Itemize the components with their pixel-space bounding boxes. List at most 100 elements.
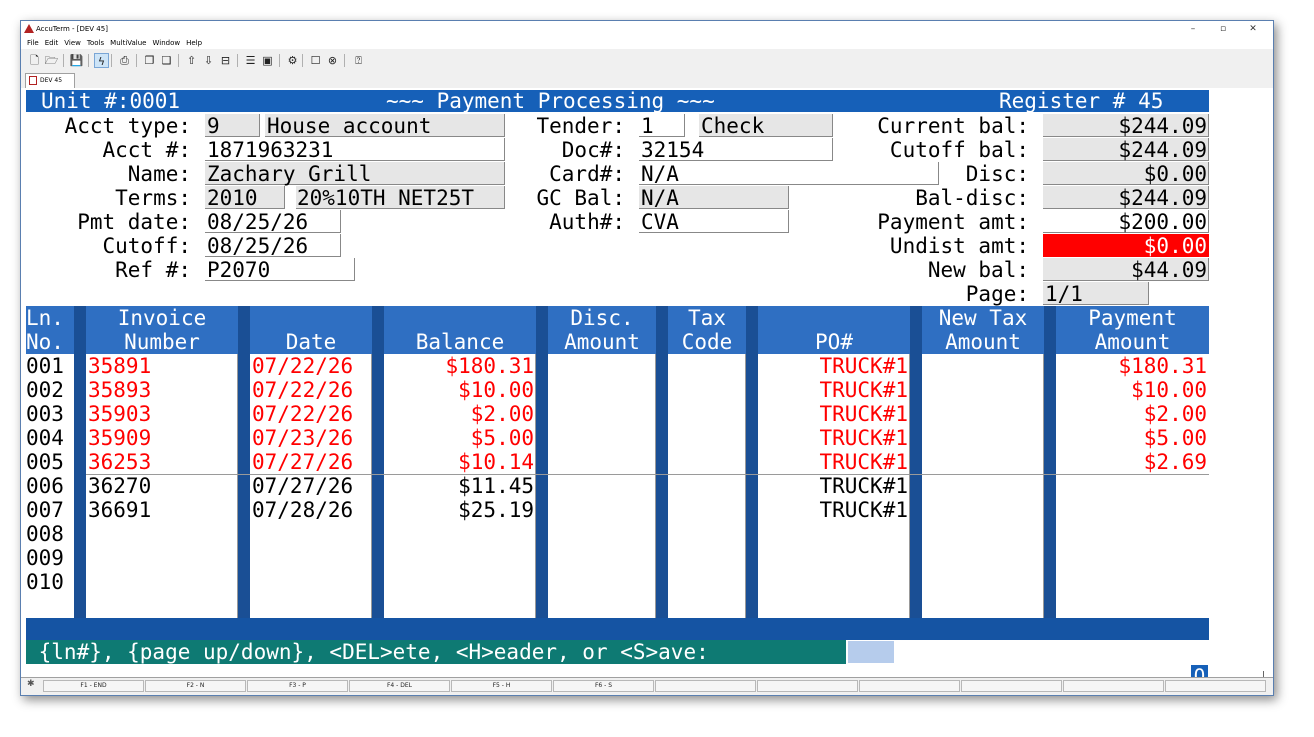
bal-disc-label: Bal-disc:	[915, 186, 1029, 210]
lightning-icon[interactable]: ϟ	[94, 53, 109, 68]
row-002-ln[interactable]: 002	[26, 378, 74, 402]
new-bal-label: New bal:	[927, 258, 1029, 282]
col-separator	[910, 306, 922, 618]
acct-number-value: 1871963231	[207, 138, 334, 162]
tab-dev-45[interactable]: DEV 45	[25, 73, 75, 88]
function-key-10[interactable]	[961, 680, 1062, 692]
function-key-6[interactable]: F6 - S	[553, 680, 654, 692]
new-icon[interactable]: 🗋	[27, 53, 42, 68]
window-title: AccuTerm - [DEV 45]	[36, 25, 108, 33]
row-003-invoice: 35903	[88, 402, 152, 426]
row-001-ln[interactable]: 001	[26, 354, 74, 378]
open-icon[interactable]: 🗁	[44, 53, 59, 68]
row-005-invoice: 36253	[88, 450, 152, 474]
terminal-screen[interactable]: Unit #:0001 ~~~ Payment Processing ~~~ R…	[21, 88, 1273, 677]
tab-label: DEV 45	[40, 77, 63, 84]
row-001-balance: $180.31	[445, 354, 534, 378]
function-key-8[interactable]	[757, 680, 858, 692]
menu-help[interactable]: Help	[186, 37, 202, 49]
row-005-balance: $10.14	[458, 450, 534, 474]
download-icon[interactable]: ⇩	[201, 53, 216, 68]
function-key-5[interactable]: F5 - H	[451, 680, 552, 692]
col-ln-label-2: No.	[26, 330, 64, 354]
row-007-payment	[1056, 498, 1207, 522]
tender-label: Tender:	[536, 114, 625, 138]
upload-icon[interactable]: ⇧	[184, 53, 199, 68]
function-key-4[interactable]: F4 - DEL	[349, 680, 450, 692]
row-001-invoice: 35891	[88, 354, 152, 378]
copy-icon[interactable]: ❐	[142, 53, 157, 68]
row-006-ln[interactable]: 006	[26, 474, 74, 498]
row-005-ln[interactable]: 005	[26, 450, 74, 474]
terms-desc: 20%10TH NET25T	[297, 186, 475, 210]
prompt-input-cursor[interactable]	[848, 641, 894, 663]
drive-icon[interactable]: ⊟	[218, 53, 233, 68]
row-004-payment: $5.00	[1143, 426, 1207, 450]
row-007-po: TRUCK#1	[819, 498, 908, 522]
row-006-balance: $11.45	[458, 474, 534, 498]
close-circle-icon[interactable]: ⊗	[325, 53, 340, 68]
row-002-invoice: 35893	[88, 378, 152, 402]
settings-icon[interactable]: ⚙	[285, 53, 300, 68]
col-po-label: PO#	[815, 330, 853, 354]
disc-label: Disc:	[965, 162, 1029, 186]
card-label: Card#:	[549, 162, 625, 186]
image-icon[interactable]: ▣	[260, 53, 275, 68]
maximize-button[interactable]: ▫	[1210, 21, 1236, 37]
function-key-3[interactable]: F3 - P	[247, 680, 348, 692]
row-007-ln[interactable]: 007	[26, 498, 74, 522]
row-006-date: 07/27/26	[252, 474, 354, 498]
row-003-ln[interactable]: 003	[26, 402, 74, 426]
bal-disc-value: $244.09	[1118, 186, 1207, 210]
row-010-date	[252, 570, 370, 594]
function-key-12[interactable]	[1165, 680, 1266, 692]
function-key-2[interactable]: F2 - N	[145, 680, 246, 692]
function-key-7[interactable]	[655, 680, 756, 692]
row-008-ln[interactable]: 008	[26, 522, 74, 546]
row-004-ln[interactable]: 004	[26, 426, 74, 450]
col-separator	[536, 306, 548, 618]
row-001-date: 07/22/26	[252, 354, 354, 378]
save-icon[interactable]: 💾	[69, 53, 84, 68]
menu-tools[interactable]: Tools	[87, 37, 104, 49]
acct-number-label: Acct #:	[102, 138, 191, 162]
row-004-po: TRUCK#1	[819, 426, 908, 450]
file-icon[interactable]: ☰	[243, 53, 258, 68]
square-icon[interactable]: ☐	[308, 53, 323, 68]
function-key-11[interactable]	[1063, 680, 1164, 692]
col-payment-label-1: Payment	[1088, 306, 1177, 330]
row-002-po: TRUCK#1	[819, 378, 908, 402]
toolbar-separator	[344, 54, 345, 67]
name-label: Name:	[127, 162, 191, 186]
menu-view[interactable]: View	[64, 37, 81, 49]
col-separator	[1044, 306, 1056, 618]
row-008-invoice	[88, 522, 236, 546]
function-key-9[interactable]	[859, 680, 960, 692]
minimize-button[interactable]: –	[1180, 21, 1206, 37]
tender-code: 1	[641, 114, 654, 138]
menu-window[interactable]: Window	[153, 37, 181, 49]
close-button[interactable]: ✕	[1240, 21, 1266, 37]
col-body-newtax	[922, 354, 1044, 618]
cutoff-bal-value: $244.09	[1118, 138, 1207, 162]
menu-edit[interactable]: Edit	[45, 37, 59, 49]
menu-multivalue[interactable]: MultiValue	[110, 37, 146, 49]
row-004-invoice: 35909	[88, 426, 152, 450]
row-007-invoice: 36691	[88, 498, 152, 522]
paste-icon[interactable]: ❑	[159, 53, 174, 68]
acct-type-code: 9	[207, 114, 220, 138]
row-009-ln[interactable]: 009	[26, 546, 74, 570]
row-009-payment	[1056, 546, 1207, 570]
terms-code: 2010	[207, 186, 258, 210]
row-010-ln[interactable]: 010	[26, 570, 74, 594]
col-invoice-label-1: Invoice	[117, 306, 207, 330]
gc-bal-label: GC Bal:	[536, 186, 625, 210]
current-bal-label: Current bal:	[877, 114, 1029, 138]
menu-file[interactable]: File	[27, 37, 39, 49]
print-icon[interactable]: ⎙	[117, 53, 132, 68]
function-key-1[interactable]: F1 - END	[43, 680, 144, 692]
col-separator	[238, 306, 250, 618]
help-icon[interactable]: ⍰	[351, 53, 366, 68]
row-005-payment: $2.69	[1143, 450, 1207, 474]
pmt-date-value: 08/25/26	[207, 210, 309, 234]
